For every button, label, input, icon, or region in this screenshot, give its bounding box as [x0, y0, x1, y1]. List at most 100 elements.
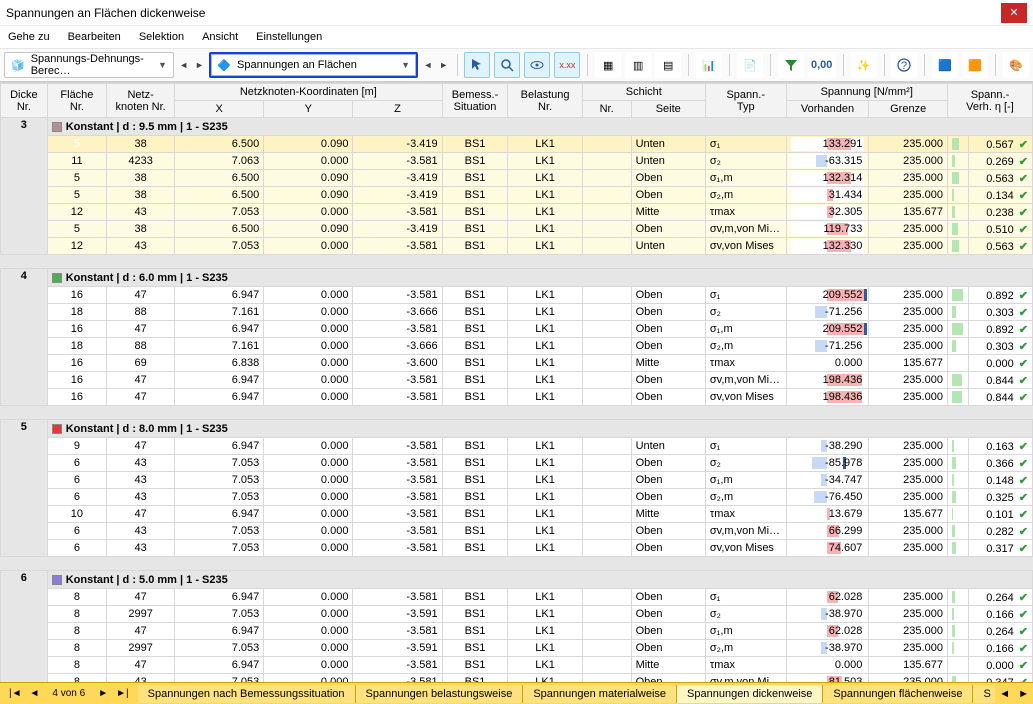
tab-next-button[interactable]: ►	[1014, 688, 1033, 700]
footer-tab[interactable]: S	[973, 685, 995, 703]
chevron-down-icon: ▼	[401, 60, 410, 70]
table-row[interactable]: 5386.5000.090-3.419BS1LK1Obenσv,m,von Mi…	[1, 221, 1033, 238]
table-row[interactable]: 16476.9470.000-3.581BS1LK1Obenσv,m,von M…	[1, 372, 1033, 389]
help-button[interactable]: ?	[891, 52, 917, 78]
col-schicht-nr[interactable]: Nr.	[582, 101, 631, 118]
chart-button[interactable]: 📊	[696, 52, 722, 78]
col-dicke[interactable]: DickeNr.	[1, 84, 48, 118]
footer-tab[interactable]: Spannungen flächenweise	[823, 685, 973, 703]
col-y[interactable]: Y	[264, 101, 353, 118]
decimals-button[interactable]: 0,00	[808, 52, 836, 78]
find-tool-button[interactable]	[494, 52, 520, 78]
footer-tab[interactable]: Spannungen nach Bemessungssituation	[138, 685, 356, 703]
next-result-button[interactable]: ►	[438, 52, 450, 78]
col-netzknoten[interactable]: Netz-knoten Nr.	[107, 84, 175, 118]
col-spannt[interactable]: Spann.-Typ	[705, 84, 786, 118]
col-seite[interactable]: Seite	[631, 101, 705, 118]
next-calc-button[interactable]: ►	[194, 52, 206, 78]
table-row[interactable]: 8476.9470.000-3.581BS1LK1Mitteτmax0.0001…	[1, 657, 1033, 674]
next-page-button[interactable]: ►	[95, 688, 111, 699]
prev-calc-button[interactable]: ◄	[178, 52, 190, 78]
table-row[interactable]: 829977.0530.000-3.591BS1LK1Obenσ₂-38.970…	[1, 606, 1033, 623]
table-row[interactable]: 16476.9470.000-3.581BS1LK1Obenσv,von Mis…	[1, 389, 1033, 406]
table-row[interactable]: 18887.1610.000-3.666BS1LK1Obenσ₂-71.2562…	[1, 304, 1033, 321]
tab-prev-button[interactable]: ◄	[995, 688, 1014, 700]
table-row[interactable]: 6437.0530.000-3.581BS1LK1Obenσ₂,m-76.450…	[1, 489, 1033, 506]
first-page-button[interactable]: |◄	[6, 688, 25, 699]
table-row[interactable]: 8476.9470.000-3.581BS1LK1Obenσ₁62.028235…	[1, 589, 1033, 606]
close-button[interactable]: ✕	[1001, 3, 1027, 23]
table-row[interactable]: 18887.1610.000-3.666BS1LK1Obenσ₂,m-71.25…	[1, 338, 1033, 355]
table-row[interactable]: 5386.5000.090-3.419BS1LK1Obenσ₂,m31.4342…	[1, 187, 1033, 204]
footer-tab[interactable]: Spannungen belastungsweise	[356, 685, 524, 703]
group-header[interactable]: Konstant | d : 9.5 mm | 1 - S235	[47, 118, 1032, 136]
menu-einstellungen[interactable]: Einstellungen	[256, 31, 322, 43]
dropdown-result-type[interactable]: 🔷 Spannungen an Flächen ▼	[209, 52, 418, 78]
color1-button[interactable]: 🟦	[932, 52, 958, 78]
dicke-nr-cell: 5	[1, 420, 48, 557]
menubar: Gehe zu Bearbeiten Selektion Ansicht Ein…	[0, 26, 1033, 48]
table-row[interactable]: 5386.5000.090-3.419BS1LK1Obenσ₁,m132.314…	[1, 170, 1033, 187]
col-spannung[interactable]: Spannung [N/mm²]	[786, 84, 947, 101]
col-belastung[interactable]: BelastungNr.	[508, 84, 582, 118]
dimension-tool-button[interactable]: x.xx	[554, 52, 580, 78]
wand-button[interactable]: ✨	[851, 52, 877, 78]
prev-result-button[interactable]: ◄	[422, 52, 434, 78]
menu-ansicht[interactable]: Ansicht	[202, 31, 238, 43]
result-grid[interactable]: DickeNr. FlächeNr. Netz-knoten Nr. Netzk…	[0, 82, 1033, 682]
col-x[interactable]: X	[175, 101, 264, 118]
table-row[interactable]: 829977.0530.000-3.591BS1LK1Obenσ₂,m-38.9…	[1, 640, 1033, 657]
col-grenze[interactable]: Grenze	[869, 101, 948, 118]
table-row[interactable]: 6437.0530.000-3.581BS1LK1Obenσ₁,m-34.747…	[1, 472, 1033, 489]
table-row[interactable]: 10476.9470.000-3.581BS1LK1Mitteτmax13.67…	[1, 506, 1033, 523]
col-flaeche[interactable]: FlächeNr.	[47, 84, 106, 118]
table-row[interactable]: 9476.9470.000-3.581BS1LK1Untenσ₁-38.2902…	[1, 438, 1033, 455]
menu-gehezu[interactable]: Gehe zu	[8, 31, 50, 43]
table-row[interactable]: 8476.9470.000-3.581BS1LK1Obenσ₁,m62.0282…	[1, 623, 1033, 640]
table-row[interactable]: 16696.8380.000-3.600BS1LK1Mitteτmax0.000…	[1, 355, 1033, 372]
dicke-nr-cell: 3	[1, 118, 48, 255]
table-row[interactable]: 12437.0530.000-3.581BS1LK1Untenσv,von Mi…	[1, 238, 1033, 255]
last-page-button[interactable]: ►|	[113, 688, 132, 699]
grid2-button[interactable]: ▥	[625, 52, 651, 78]
col-z[interactable]: Z	[353, 101, 442, 118]
table-row[interactable]: 16476.9470.000-3.581BS1LK1Obenσ₁209.5522…	[1, 287, 1033, 304]
menu-selektion[interactable]: Selektion	[139, 31, 184, 43]
table-row[interactable]: 1142337.0630.000-3.581BS1LK1Untenσ₂-63.3…	[1, 153, 1033, 170]
chevron-down-icon: ▼	[158, 60, 167, 70]
table-row[interactable]: 5386.5000.090-3.419BS1LK1Untenσ₁133.2912…	[1, 136, 1033, 153]
color2-button[interactable]: 🟧	[962, 52, 988, 78]
footer-tab[interactable]: Spannungen materialweise	[523, 685, 677, 703]
toolbar: 🧊 Spannungs-Dehnungs-Berec… ▼ ◄ ► 🔷 Span…	[0, 48, 1033, 82]
col-koord[interactable]: Netzknoten-Koordinaten [m]	[175, 84, 443, 101]
surface-icon: 🔷	[217, 59, 231, 72]
table-row[interactable]: 6437.0530.000-3.581BS1LK1Obenσ₂-85.97823…	[1, 455, 1033, 472]
table-row[interactable]: 16476.9470.000-3.581BS1LK1Obenσ₁,m209.55…	[1, 321, 1033, 338]
prev-page-button[interactable]: ◄	[27, 688, 43, 699]
table-row[interactable]: 6437.0530.000-3.581BS1LK1Obenσv,m,von Mi…	[1, 523, 1033, 540]
dropdown-calc-type[interactable]: 🧊 Spannungs-Dehnungs-Berec… ▼	[4, 52, 174, 78]
col-bemess[interactable]: Bemess.-Situation	[442, 84, 508, 118]
group-header[interactable]: Konstant | d : 5.0 mm | 1 - S235	[47, 571, 1032, 589]
window-title: Spannungen an Flächen dickenweise	[6, 6, 1001, 20]
table-row[interactable]: 8437.0530.000-3.581BS1LK1Obenσv,m,von Mi…	[1, 674, 1033, 683]
pointer-tool-button[interactable]	[464, 52, 490, 78]
dicke-nr-cell: 6	[1, 571, 48, 683]
table-row[interactable]: 12437.0530.000-3.581BS1LK1Mitteτmax32.30…	[1, 204, 1033, 221]
export-button[interactable]: 📄	[737, 52, 763, 78]
group-header[interactable]: Konstant | d : 6.0 mm | 1 - S235	[47, 269, 1032, 287]
menu-bearbeiten[interactable]: Bearbeiten	[68, 31, 121, 43]
col-schicht[interactable]: Schicht	[582, 84, 705, 101]
footer-tab[interactable]: Spannungen dickenweise	[677, 685, 823, 703]
palette-button[interactable]: 🎨	[1003, 52, 1029, 78]
filter-button[interactable]	[778, 52, 804, 78]
col-verh[interactable]: Spann.-Verh. η [-]	[947, 84, 1032, 118]
grid3-button[interactable]: ▤	[655, 52, 681, 78]
col-vorh[interactable]: Vorhanden	[786, 101, 869, 118]
svg-text:?: ?	[901, 60, 907, 72]
group-header[interactable]: Konstant | d : 8.0 mm | 1 - S235	[47, 420, 1032, 438]
grid1-button[interactable]: ▦	[595, 52, 621, 78]
eye-tool-button[interactable]	[524, 52, 550, 78]
table-row[interactable]: 6437.0530.000-3.581BS1LK1Obenσv,von Mise…	[1, 540, 1033, 557]
pager-label: 4 von 6	[44, 688, 93, 699]
